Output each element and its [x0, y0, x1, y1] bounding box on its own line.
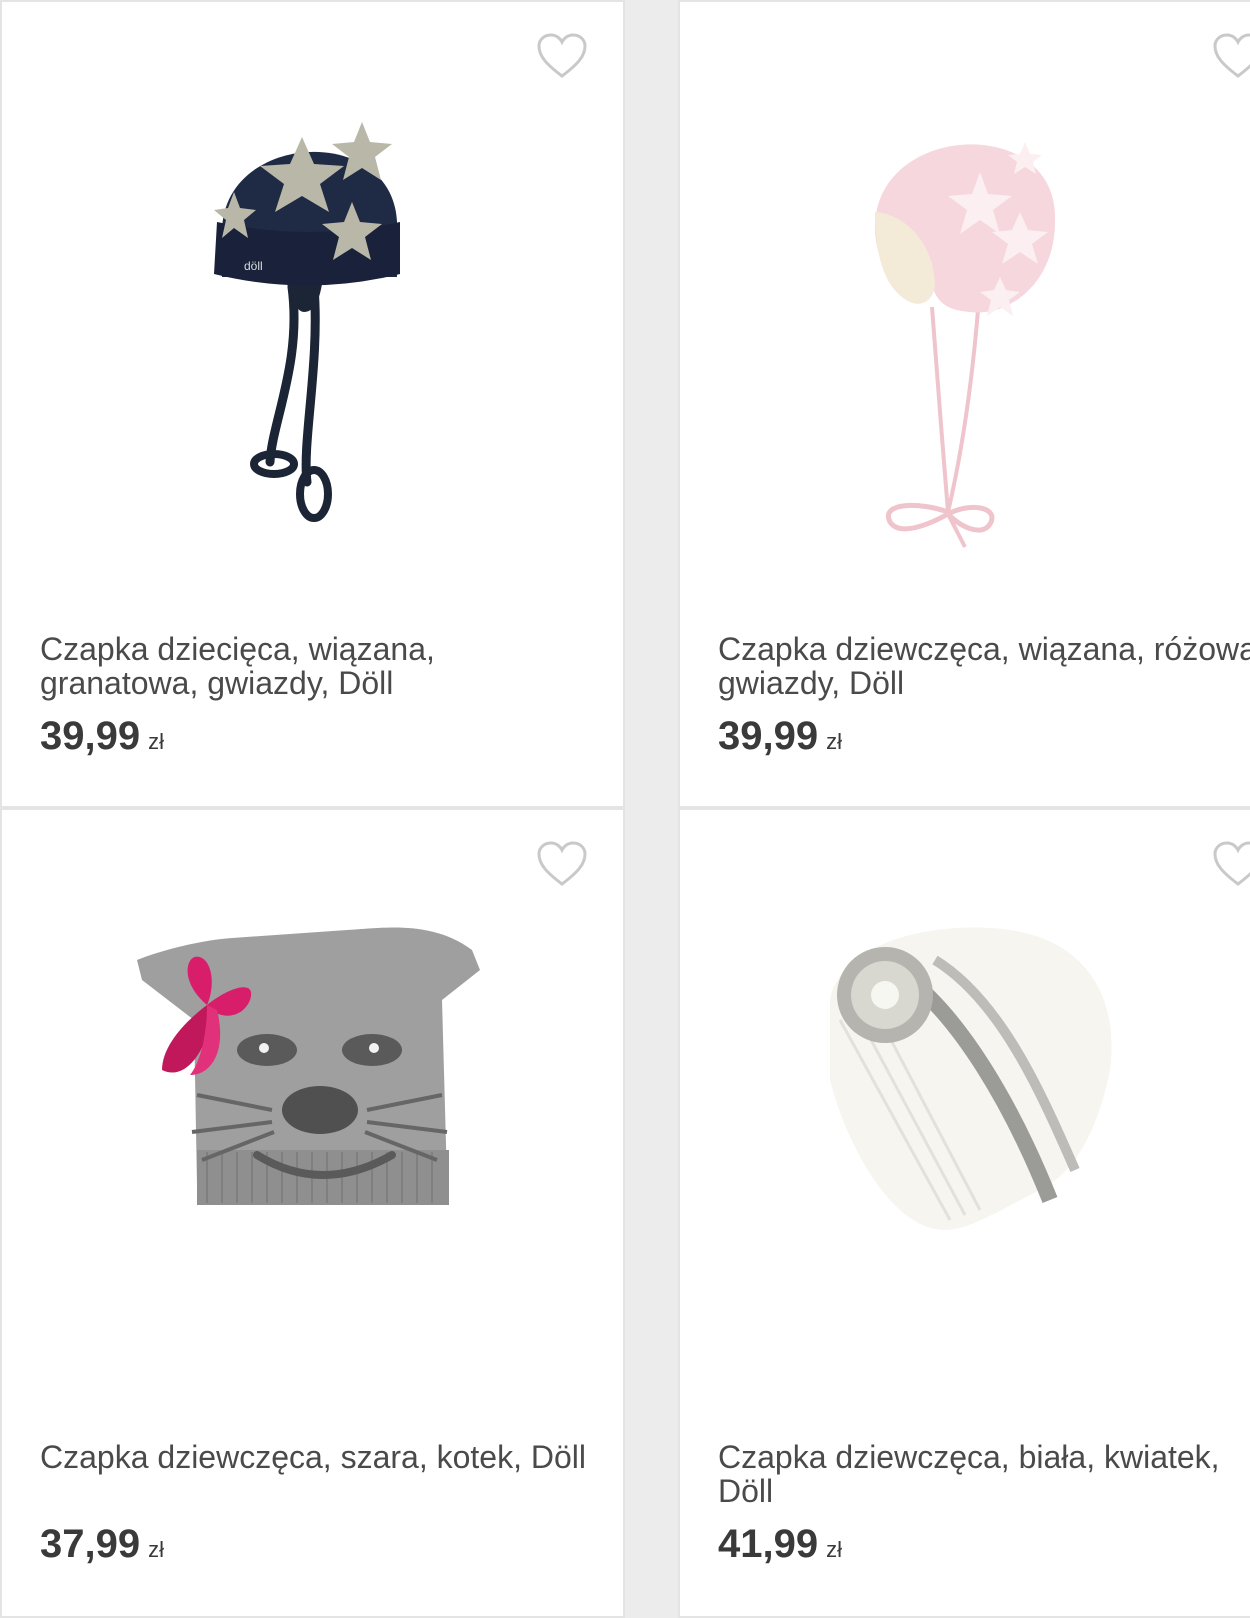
- product-title[interactable]: Czapka dziewczęca, wiązana, różowa, gwia…: [718, 632, 1250, 700]
- product-title[interactable]: Czapka dziewczęca, szara, kotek, Döll: [40, 1440, 600, 1474]
- price-currency: zł: [826, 1537, 842, 1562]
- price-value: 41,99: [718, 1522, 819, 1566]
- product-image[interactable]: [680, 62, 1250, 582]
- price-value: 37,99: [40, 1522, 141, 1566]
- price-value: 39,99: [718, 714, 819, 758]
- product-image[interactable]: döll: [2, 62, 623, 582]
- product-grid: döll Czapka dziecięca, wiązana, granatow…: [0, 0, 1250, 1618]
- svg-text:döll: döll: [244, 259, 263, 273]
- product-image[interactable]: [680, 870, 1250, 1390]
- product-card[interactable]: Czapka dziewczęca, biała, kwiatek, Döll …: [678, 808, 1250, 1618]
- product-image[interactable]: [2, 870, 623, 1390]
- price-value: 39,99: [40, 714, 141, 758]
- product-price: 39,99 zł: [718, 714, 842, 764]
- product-price: 39,99 zł: [40, 714, 164, 764]
- product-card[interactable]: Czapka dziewczęca, wiązana, różowa, gwia…: [678, 0, 1250, 808]
- product-title[interactable]: Czapka dziecięca, wiązana, granatowa, gw…: [40, 632, 600, 700]
- product-title[interactable]: Czapka dziewczęca, biała, kwiatek, Döll: [718, 1440, 1250, 1508]
- product-card[interactable]: döll Czapka dziecięca, wiązana, granatow…: [0, 0, 625, 808]
- price-currency: zł: [148, 1537, 164, 1562]
- product-price: 41,99 zł: [718, 1522, 842, 1572]
- product-card[interactable]: Czapka dziewczęca, szara, kotek, Döll 37…: [0, 808, 625, 1618]
- price-currency: zł: [148, 729, 164, 754]
- price-currency: zł: [826, 729, 842, 754]
- product-price: 37,99 zł: [40, 1522, 164, 1572]
